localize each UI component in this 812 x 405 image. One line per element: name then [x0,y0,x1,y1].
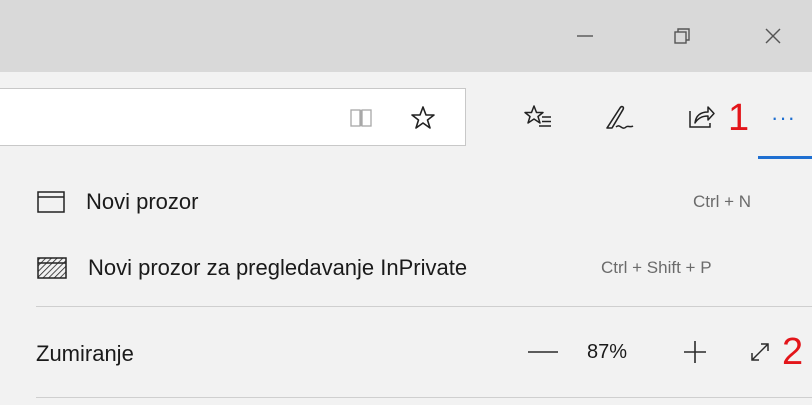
menu-divider [36,397,812,398]
toolbar: 1 ··· [0,72,812,176]
annotation-number-1: 1 [728,97,750,139]
close-button[interactable] [734,0,812,72]
title-bar [0,0,812,72]
menu-item-new-window[interactable]: Novi prozor Ctrl + N [0,176,812,228]
zoom-label: Zumiranje [36,341,134,366]
zoom-value: 87% [587,341,628,363]
annotation-number-2: 2 [782,331,804,373]
address-bar[interactable] [0,88,466,146]
restore-button[interactable] [643,0,721,72]
reading-view-icon[interactable] [344,101,378,135]
minimize-button[interactable] [546,0,624,72]
inprivate-window-icon [36,256,68,280]
close-icon [763,26,783,46]
minimize-icon [575,26,595,46]
more-button-underline [758,156,812,159]
menu-item-label: Novi prozor za pregledavanje InPrivate [88,255,468,280]
zoom-in-button[interactable] [673,330,717,374]
menu-item-zoom: Zumiranje 87% 2 [0,326,812,380]
menu-item-new-inprivate-window[interactable]: Novi prozor za pregledavanje InPrivate C… [0,242,812,294]
menu-item-shortcut: Ctrl + Shift + P [601,258,712,277]
star-icon[interactable] [405,100,441,136]
more-button[interactable]: ··· [755,92,812,144]
window-icon [36,190,66,214]
restore-icon [672,26,692,46]
share-icon[interactable] [681,97,721,137]
menu-item-label: Novi prozor [86,189,199,214]
menu-divider [36,306,812,307]
favorites-list-icon[interactable] [518,97,558,137]
browser-window: 1 ··· Novi prozor Ctrl + N Novi prozor z… [0,0,812,405]
pen-icon[interactable] [597,96,641,140]
zoom-out-button[interactable] [521,332,565,372]
menu-item-shortcut: Ctrl + N [693,192,752,211]
fullscreen-icon[interactable] [740,332,780,372]
settings-menu: Novi prozor Ctrl + N Novi prozor za preg… [0,176,812,405]
